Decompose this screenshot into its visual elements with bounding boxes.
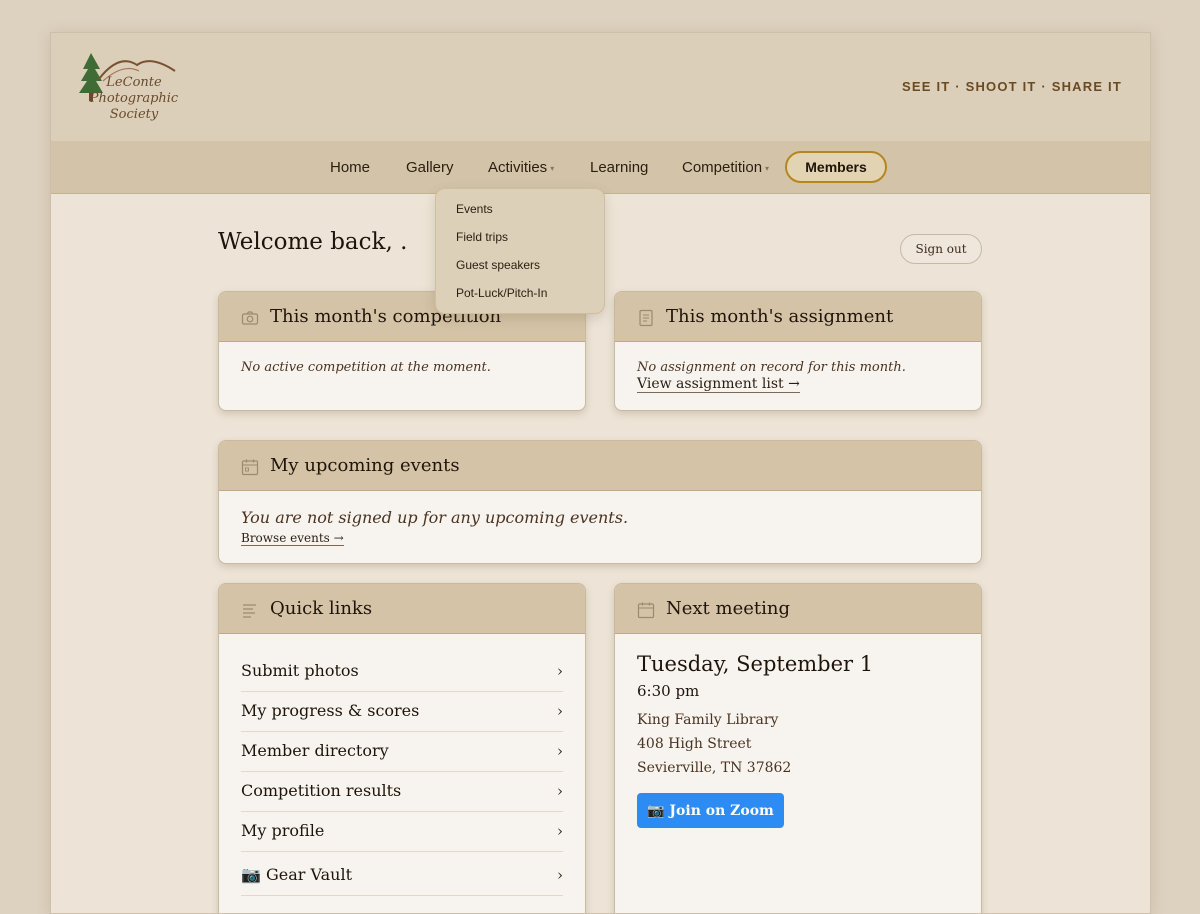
chevron-right-icon: ›: [557, 866, 563, 884]
nav-learning-label: Learning: [590, 159, 649, 176]
main-nav: Home Gallery Activities ▾ Learning Compet…: [51, 141, 1150, 194]
dropdown-item-guest-speakers[interactable]: Guest speakers: [456, 258, 540, 272]
calendar-icon: [637, 602, 655, 619]
quick-link-my-profile[interactable]: My profile ›: [241, 811, 563, 852]
browse-events-link[interactable]: Browse events →: [241, 531, 344, 546]
upcoming-events-card: My upcoming events You are not signed up…: [218, 440, 982, 564]
upcoming-events-card-header: My upcoming events: [219, 441, 981, 491]
nav-competition-label: Competition: [682, 159, 763, 176]
competition-message: No active competition at the moment.: [241, 360, 491, 375]
quick-links-card: Quick links Submit photos › My progress …: [218, 583, 586, 913]
meeting-venue: King Family Library: [637, 712, 779, 728]
society-logo[interactable]: LeConte Photographic Society: [79, 49, 179, 125]
quick-link-label: Competition results: [241, 781, 402, 800]
quick-link-member-directory[interactable]: Member directory ›: [241, 731, 563, 772]
logo-line-3: Society: [109, 107, 159, 122]
nav-activities[interactable]: Activities ▾: [488, 159, 554, 176]
quick-link-gear-vault[interactable]: 📷 Gear Vault ›: [241, 855, 563, 896]
chevron-right-icon: ›: [557, 662, 563, 680]
activities-dropdown-menu: Events Field trips Guest speakers Pot-Lu…: [435, 188, 605, 314]
chevron-right-icon: ›: [557, 822, 563, 840]
upcoming-events-card-title: My upcoming events: [270, 455, 460, 476]
sign-out-button[interactable]: Sign out: [900, 234, 982, 264]
chevron-right-icon: ›: [557, 742, 563, 760]
nav-home[interactable]: Home: [330, 159, 370, 176]
meeting-date: Tuesday, September 1: [637, 652, 874, 676]
join-zoom-button[interactable]: 📷 Join on Zoom: [637, 793, 784, 828]
meeting-time: 6:30 pm: [637, 682, 700, 700]
quick-link-submit-photos[interactable]: Submit photos ›: [241, 651, 563, 692]
logo-line-1: LeConte: [106, 75, 162, 90]
logo-wordmark: LeConte Photographic Society: [89, 75, 179, 123]
quick-links-card-header: Quick links: [219, 584, 585, 634]
chevron-down-icon: ▾: [765, 163, 770, 173]
meeting-street: 408 High Street: [637, 736, 752, 752]
quick-links-card-title: Quick links: [270, 598, 373, 619]
quick-link-progress-scores[interactable]: My progress & scores ›: [241, 691, 563, 732]
quick-link-label: My progress & scores: [241, 701, 420, 720]
quick-link-label: My profile: [241, 821, 325, 840]
nav-competition[interactable]: Competition ▾: [682, 159, 769, 176]
view-assignment-list-link[interactable]: View assignment list →: [637, 376, 800, 393]
assignment-card: This month's assignment No assignment on…: [614, 291, 982, 411]
quick-link-label: 📷 Gear Vault: [241, 865, 353, 884]
nav-home-label: Home: [330, 159, 371, 176]
site-header: LeConte Photographic Society SEE IT · SH…: [51, 33, 1150, 141]
meeting-city: Sevierville, TN 37862: [637, 760, 792, 776]
document-icon: [639, 309, 653, 327]
camera-icon: [241, 311, 259, 325]
events-message: You are not signed up for any upcoming e…: [241, 508, 629, 527]
chevron-down-icon: ▾: [550, 163, 555, 173]
assignment-message: No assignment on record for this month.: [637, 360, 906, 375]
list-icon: [243, 604, 256, 618]
nav-activities-label: Activities: [488, 159, 548, 176]
welcome-heading: Welcome back, .: [218, 229, 408, 255]
quick-link-label: Member directory: [241, 741, 389, 760]
next-meeting-card: Next meeting Tuesday, September 1 6:30 p…: [614, 583, 982, 913]
chevron-right-icon: ›: [557, 702, 563, 720]
site-tagline: SEE IT · SHOOT IT · SHARE IT: [902, 79, 1122, 94]
assignment-card-title: This month's assignment: [666, 306, 894, 327]
dropdown-item-field-trips[interactable]: Field trips: [456, 230, 508, 244]
quick-link-competition-results[interactable]: Competition results ›: [241, 771, 563, 812]
logo-line-2: Photographic: [89, 91, 179, 106]
nav-members-button[interactable]: Members: [785, 151, 887, 183]
nav-learning[interactable]: Learning: [590, 159, 648, 176]
next-meeting-card-header: Next meeting: [615, 584, 981, 634]
quick-link-label: Submit photos: [241, 661, 359, 680]
assignment-card-header: This month's assignment: [615, 292, 981, 342]
site-frame: LeConte Photographic Society SEE IT · SH…: [50, 32, 1151, 914]
dropdown-item-events[interactable]: Events: [456, 202, 493, 216]
next-meeting-card-title: Next meeting: [666, 598, 790, 619]
chevron-right-icon: ›: [557, 782, 563, 800]
dropdown-item-potluck[interactable]: Pot-Luck/Pitch-In: [456, 286, 547, 300]
nav-gallery[interactable]: Gallery: [406, 159, 454, 176]
nav-gallery-label: Gallery: [406, 159, 454, 176]
calendar-icon: [241, 459, 259, 476]
